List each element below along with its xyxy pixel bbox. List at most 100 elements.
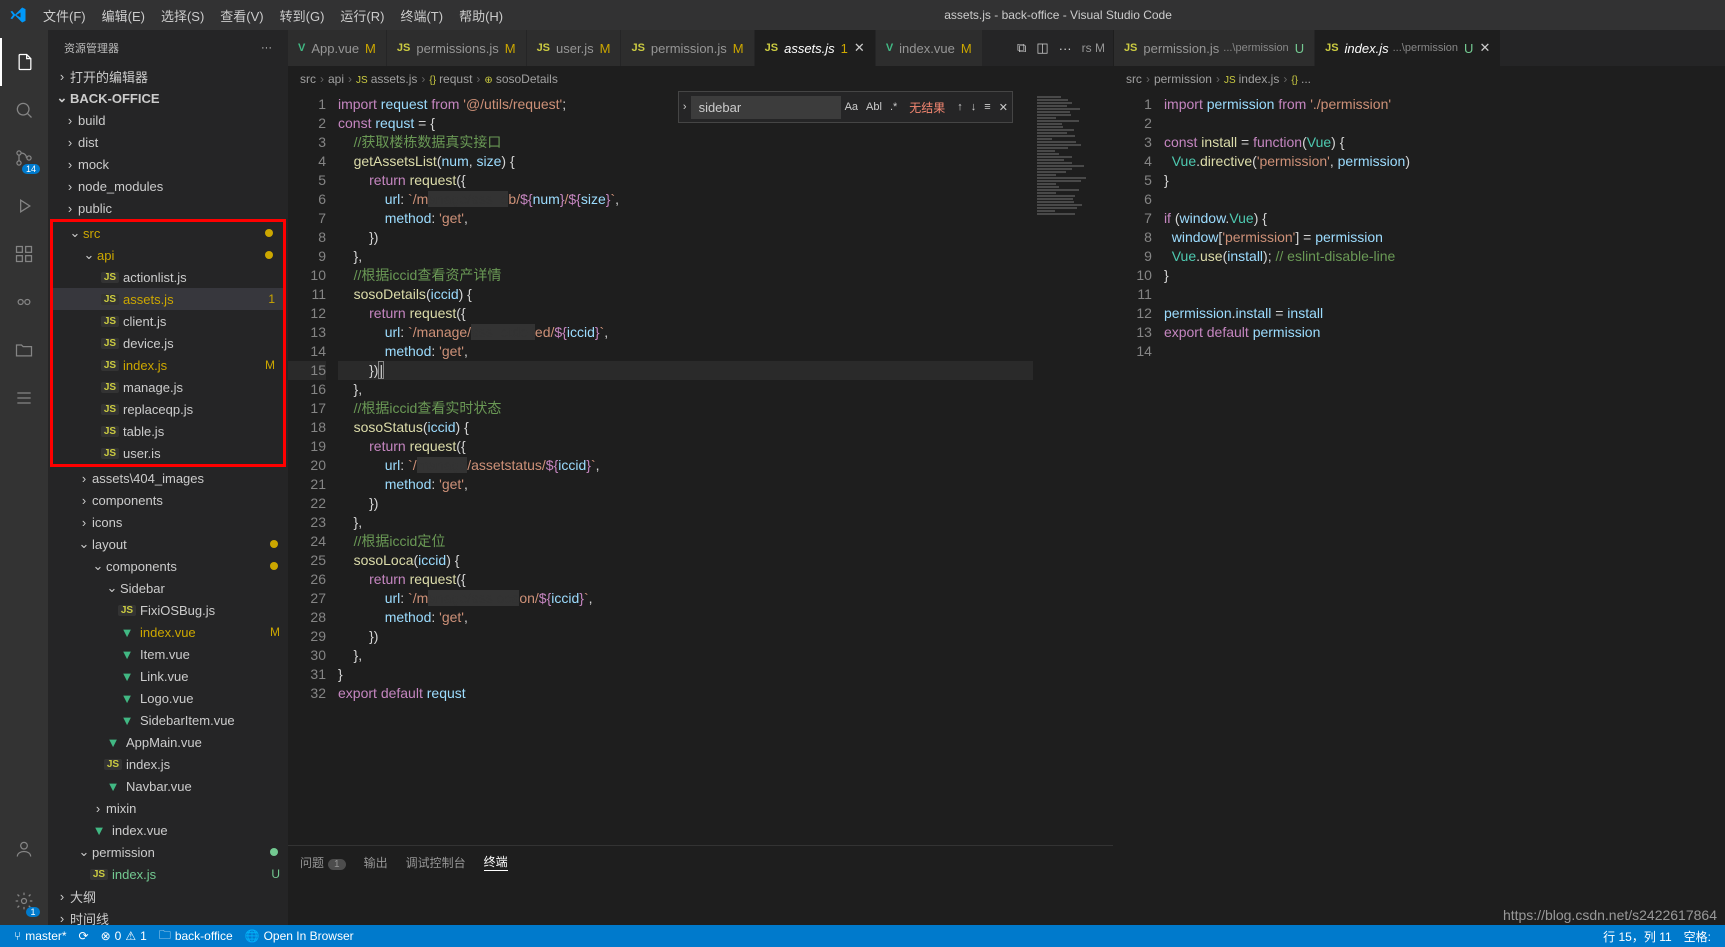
debug-icon[interactable]: [0, 182, 48, 230]
search-icon[interactable]: [0, 86, 48, 134]
menu-item[interactable]: 终端(T): [392, 6, 451, 25]
find-prev-icon[interactable]: ↑: [953, 101, 967, 113]
explorer-icon[interactable]: [0, 38, 48, 86]
tab-permissions.js[interactable]: JSpermissions.jsM: [387, 30, 527, 66]
tree-assets\404_images[interactable]: ›assets\404_images: [48, 467, 288, 489]
tree-components[interactable]: ›components: [48, 489, 288, 511]
tree-index.vue[interactable]: ▼index.vueM: [48, 621, 288, 643]
breadcrumb-item[interactable]: src: [1126, 72, 1142, 86]
account-icon[interactable]: [0, 825, 48, 873]
branch-item[interactable]: ⑂master*: [8, 929, 73, 943]
tab-user.js[interactable]: JSuser.jsM: [527, 30, 622, 66]
breadcrumb-item[interactable]: api: [328, 72, 344, 86]
menu-item[interactable]: 查看(V): [212, 6, 271, 25]
close-icon[interactable]: ✕: [1479, 40, 1490, 56]
find-word-icon[interactable]: Abl: [862, 101, 886, 113]
find-case-icon[interactable]: Aa: [841, 101, 862, 113]
menu-item[interactable]: 选择(S): [153, 6, 212, 25]
folder-mock[interactable]: ›mock: [48, 153, 288, 175]
file-actionlist.js[interactable]: JSactionlist.js: [53, 266, 283, 288]
close-icon[interactable]: ✕: [854, 40, 865, 56]
file-table.js[interactable]: JStable.js: [53, 420, 283, 442]
sync-item[interactable]: ⟳: [73, 929, 95, 943]
tree-SidebarItem.vue[interactable]: ▼SidebarItem.vue: [48, 709, 288, 731]
control-icon[interactable]: [0, 278, 48, 326]
gear-icon[interactable]: 1: [0, 877, 48, 925]
tree-Item.vue[interactable]: ▼Item.vue: [48, 643, 288, 665]
folder-build[interactable]: ›build: [48, 109, 288, 131]
tree-permission[interactable]: ⌄permission: [48, 841, 288, 863]
breadcrumb-item[interactable]: permission: [1154, 72, 1212, 86]
tab-index.vue[interactable]: Vindex.vueM: [876, 30, 983, 66]
breadcrumb-item[interactable]: src: [300, 72, 316, 86]
folder-dist[interactable]: ›dist: [48, 131, 288, 153]
breadcrumb-item[interactable]: {}...: [1291, 72, 1311, 86]
more-icon[interactable]: ···: [261, 42, 272, 54]
find-next-icon[interactable]: ↓: [967, 101, 981, 113]
breadcrumb-1[interactable]: src›api›JSassets.js›{}requst›⊕sosoDetail…: [288, 66, 1113, 91]
extensions-icon[interactable]: [0, 230, 48, 278]
workspace-root[interactable]: ⌄BACK-OFFICE: [48, 87, 288, 109]
breadcrumb-2[interactable]: src›permission›JSindex.js›{}...: [1114, 66, 1725, 91]
panel-tab-调试控制台[interactable]: 调试控制台: [406, 854, 466, 871]
tree-layout[interactable]: ⌄layout: [48, 533, 288, 555]
outline-section[interactable]: ›大纲: [48, 885, 288, 907]
compare-icon[interactable]: ⧉: [1017, 40, 1026, 56]
menu-item[interactable]: 编辑(E): [94, 6, 153, 25]
find-regex-icon[interactable]: .*: [886, 101, 901, 113]
tab-assets.js[interactable]: JSassets.js1✕: [755, 30, 876, 66]
menu-item[interactable]: 文件(F): [35, 6, 94, 25]
panel-tab-问题[interactable]: 问题1: [300, 854, 346, 871]
file-device.js[interactable]: JSdevice.js: [53, 332, 283, 354]
tree-Link.vue[interactable]: ▼Link.vue: [48, 665, 288, 687]
cursor-pos[interactable]: 行 15，列 11: [1597, 928, 1677, 945]
find-toggle-icon[interactable]: ›: [679, 101, 691, 113]
tab-permission.js[interactable]: JSpermission.jsM: [621, 30, 754, 66]
tree-index.vue[interactable]: ▼index.vue: [48, 819, 288, 841]
code-2[interactable]: import permission from './permission' co…: [1164, 91, 1725, 925]
panel-tab-终端[interactable]: 终端: [484, 853, 508, 871]
tree-index.js[interactable]: JSindex.jsU: [48, 863, 288, 885]
menu-item[interactable]: 运行(R): [332, 6, 392, 25]
tab-App.vue[interactable]: VApp.vueM: [288, 30, 387, 66]
tree-icons[interactable]: ›icons: [48, 511, 288, 533]
find-selection-icon[interactable]: ≡: [980, 101, 994, 113]
folder-public[interactable]: ›public: [48, 197, 288, 219]
tab-permission.js[interactable]: JSpermission.js...\permissionU: [1114, 30, 1315, 66]
code-1[interactable]: import request from '@/utils/request';co…: [338, 91, 1033, 845]
file-replaceqp.js[interactable]: JSreplaceqp.js: [53, 398, 283, 420]
tree-Logo.vue[interactable]: ▼Logo.vue: [48, 687, 288, 709]
spaces-item[interactable]: 空格:: [1678, 928, 1717, 945]
menu-item[interactable]: 转到(G): [272, 6, 333, 25]
list-icon[interactable]: [0, 374, 48, 422]
more-icon[interactable]: ···: [1059, 41, 1072, 56]
breadcrumb-item[interactable]: JSindex.js: [1224, 72, 1279, 86]
tree-Sidebar[interactable]: ⌄Sidebar: [48, 577, 288, 599]
file-client.js[interactable]: JSclient.js: [53, 310, 283, 332]
minimap-1[interactable]: [1033, 91, 1113, 845]
folder-item[interactable]: 🗀back-office: [153, 926, 239, 947]
folder-api[interactable]: ⌄api: [53, 244, 283, 266]
tree-components[interactable]: ⌄components: [48, 555, 288, 577]
open-editors-section[interactable]: ›打开的编辑器: [48, 65, 288, 87]
tree-FixiOSBug.js[interactable]: JSFixiOSBug.js: [48, 599, 288, 621]
file-manage.js[interactable]: JSmanage.js: [53, 376, 283, 398]
folder-src[interactable]: ⌄src: [53, 222, 283, 244]
folder-icon[interactable]: [0, 326, 48, 374]
find-input[interactable]: [691, 96, 841, 119]
panel-tab-输出[interactable]: 输出: [364, 854, 388, 871]
tab-index.js[interactable]: JSindex.js...\permissionU✕: [1315, 30, 1501, 66]
file-assets.js[interactable]: JSassets.js1: [53, 288, 283, 310]
tree-Navbar.vue[interactable]: ▼Navbar.vue: [48, 775, 288, 797]
breadcrumb-item[interactable]: ⊕sosoDetails: [484, 72, 557, 86]
file-user.is[interactable]: JSuser.is: [53, 442, 283, 464]
folder-node_modules[interactable]: ›node_modules: [48, 175, 288, 197]
timeline-section[interactable]: ›时间线: [48, 907, 288, 925]
tree-mixin[interactable]: ›mixin: [48, 797, 288, 819]
open-browser-item[interactable]: 🌐Open In Browser: [239, 929, 360, 943]
scm-icon[interactable]: 14: [0, 134, 48, 182]
file-index.js[interactable]: JSindex.jsM: [53, 354, 283, 376]
tree-index.js[interactable]: JSindex.js: [48, 753, 288, 775]
breadcrumb-item[interactable]: {}requst: [429, 72, 472, 86]
breadcrumb-item[interactable]: JSassets.js: [356, 72, 417, 86]
